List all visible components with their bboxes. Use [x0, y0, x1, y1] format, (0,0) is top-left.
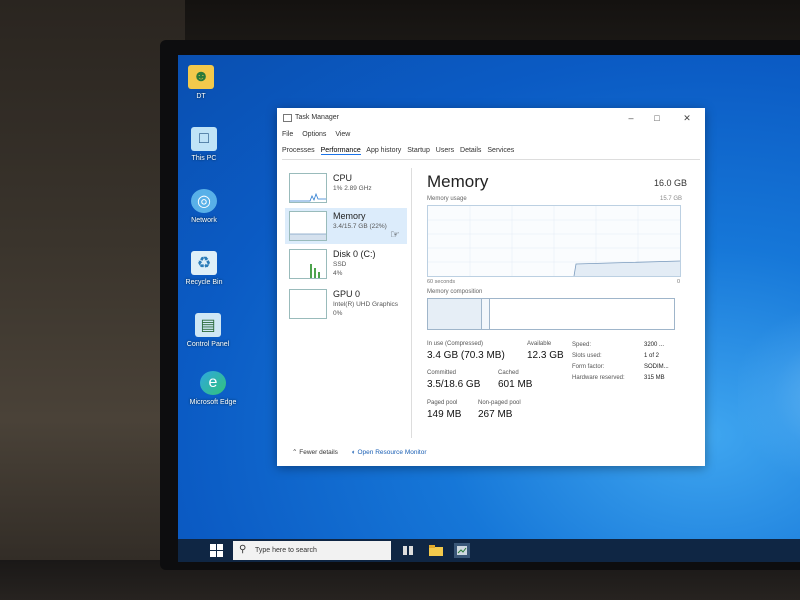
- footer: ⌃ Fewer details ◐ Open Resource Monitor: [292, 448, 427, 456]
- title-bar: Task Manager – □ ✕: [277, 108, 705, 128]
- computer-icon: □: [191, 127, 217, 151]
- spec-form-factor: Form factor: SODIM...: [572, 364, 669, 370]
- sidebar-item-memory[interactable]: Memory 3.4/15.7 GB (22%) ☞: [285, 208, 407, 244]
- menu-view[interactable]: View: [335, 131, 350, 138]
- memory-usage-graph: [427, 205, 681, 277]
- tab-users[interactable]: Users: [436, 147, 454, 154]
- task-view-icon[interactable]: [400, 543, 416, 558]
- task-manager-app-icon: [283, 114, 292, 122]
- chevron-up-icon: ⌃: [292, 449, 298, 456]
- taskbar-search-box[interactable]: ⚲ Type here to search: [233, 541, 391, 560]
- search-icon: ⚲: [239, 544, 247, 555]
- background-photo-left: [0, 0, 185, 600]
- disk-mini-graph: [289, 249, 327, 279]
- desktop-icon-user-folder[interactable]: ☻ DT: [178, 65, 229, 101]
- tab-performance[interactable]: Performance: [320, 147, 361, 155]
- stat-cached: Cached 601 MB: [498, 370, 533, 390]
- tab-processes[interactable]: Processes: [282, 147, 315, 154]
- window-title: Task Manager: [295, 114, 339, 121]
- close-button[interactable]: ✕: [679, 111, 695, 125]
- total-memory: 16.0 GB: [653, 178, 687, 188]
- spec-slots-used: Slots used: 1 of 2: [572, 353, 660, 359]
- sidebar-item-disk[interactable]: Disk 0 (C:) SSD 4%: [285, 246, 407, 282]
- taskbar: ⚲ Type here to search: [178, 539, 800, 562]
- memory-composition-bar: [427, 298, 675, 330]
- stat-non-paged-pool: Non-paged pool 267 MB: [478, 400, 521, 420]
- tab-bar: Processes Performance App history Startu…: [282, 147, 700, 160]
- desktop-icon-network[interactable]: ◎ Network: [178, 189, 232, 225]
- tab-services[interactable]: Services: [487, 147, 514, 154]
- desktop-icon-this-pc[interactable]: □ This PC: [178, 127, 232, 163]
- memory-usage-max: 15.7 GB: [659, 196, 682, 202]
- edge-icon: e: [200, 371, 226, 395]
- control-panel-icon: ▤: [195, 313, 221, 337]
- menu-bar: File Options View: [282, 131, 357, 138]
- resource-monitor-icon: ◐: [351, 449, 356, 456]
- gpu-mini-graph: [289, 289, 327, 319]
- sidebar-item-gpu[interactable]: GPU 0 Intel(R) UHD Graphics 0%: [285, 286, 407, 322]
- sidebar-item-cpu[interactable]: CPU 1% 2.89 GHz: [285, 170, 407, 206]
- menu-options[interactable]: Options: [302, 131, 326, 138]
- stat-paged-pool: Paged pool 149 MB: [427, 400, 462, 420]
- graph-time-label: 60 seconds: [427, 279, 456, 285]
- panel-heading: Memory: [427, 172, 489, 191]
- cpu-mini-graph: [289, 173, 327, 203]
- desktop-icon-edge[interactable]: e Microsoft Edge: [185, 371, 241, 407]
- fewer-details-button[interactable]: ⌃ Fewer details: [292, 449, 340, 456]
- minimize-button[interactable]: –: [623, 111, 639, 125]
- desktop-icon-recycle-bin[interactable]: ♻ Recycle Bin: [178, 251, 232, 287]
- performance-sidebar: CPU 1% 2.89 GHz Memory 3.4/15.7 GB (22%)…: [282, 168, 412, 438]
- memory-usage-label: Memory usage: [427, 196, 467, 202]
- spec-speed: Speed: 3200 ...: [572, 342, 665, 348]
- user-folder-icon: ☻: [188, 65, 214, 89]
- recycle-bin-icon: ♻: [191, 251, 217, 275]
- memory-composition-label: Memory composition: [427, 289, 483, 295]
- task-manager-window: Task Manager – □ ✕ File Options View Pro…: [277, 108, 705, 466]
- globe-icon: ◎: [191, 189, 217, 213]
- graph-zero-label: 0: [677, 279, 681, 285]
- menu-file[interactable]: File: [282, 131, 293, 138]
- spec-hardware-reserved: Hardware reserved: 315 MB: [572, 375, 665, 381]
- desktop-icon-control-panel[interactable]: ▤ Control Panel: [180, 313, 236, 349]
- composition-modified: [482, 299, 490, 329]
- memory-mini-graph: [289, 211, 327, 241]
- file-explorer-icon[interactable]: [428, 543, 444, 558]
- tab-app-history[interactable]: App history: [366, 147, 401, 154]
- stat-committed: Committed 3.5/18.6 GB: [427, 370, 481, 390]
- wallpaper-glow: [738, 305, 800, 485]
- stat-available: Available 12.3 GB: [527, 341, 564, 361]
- task-manager-taskbar-icon[interactable]: [454, 543, 470, 558]
- open-resource-monitor-link[interactable]: ◐ Open Resource Monitor: [352, 449, 427, 456]
- stat-in-use: In use (Compressed) 3.4 GB (70.3 MB): [427, 341, 505, 361]
- tab-startup[interactable]: Startup: [407, 147, 430, 154]
- start-button[interactable]: [210, 544, 224, 557]
- maximize-button[interactable]: □: [649, 111, 665, 125]
- mouse-cursor-icon: ☞: [390, 229, 400, 241]
- composition-in-use: [428, 299, 482, 329]
- tab-details[interactable]: Details: [460, 147, 481, 154]
